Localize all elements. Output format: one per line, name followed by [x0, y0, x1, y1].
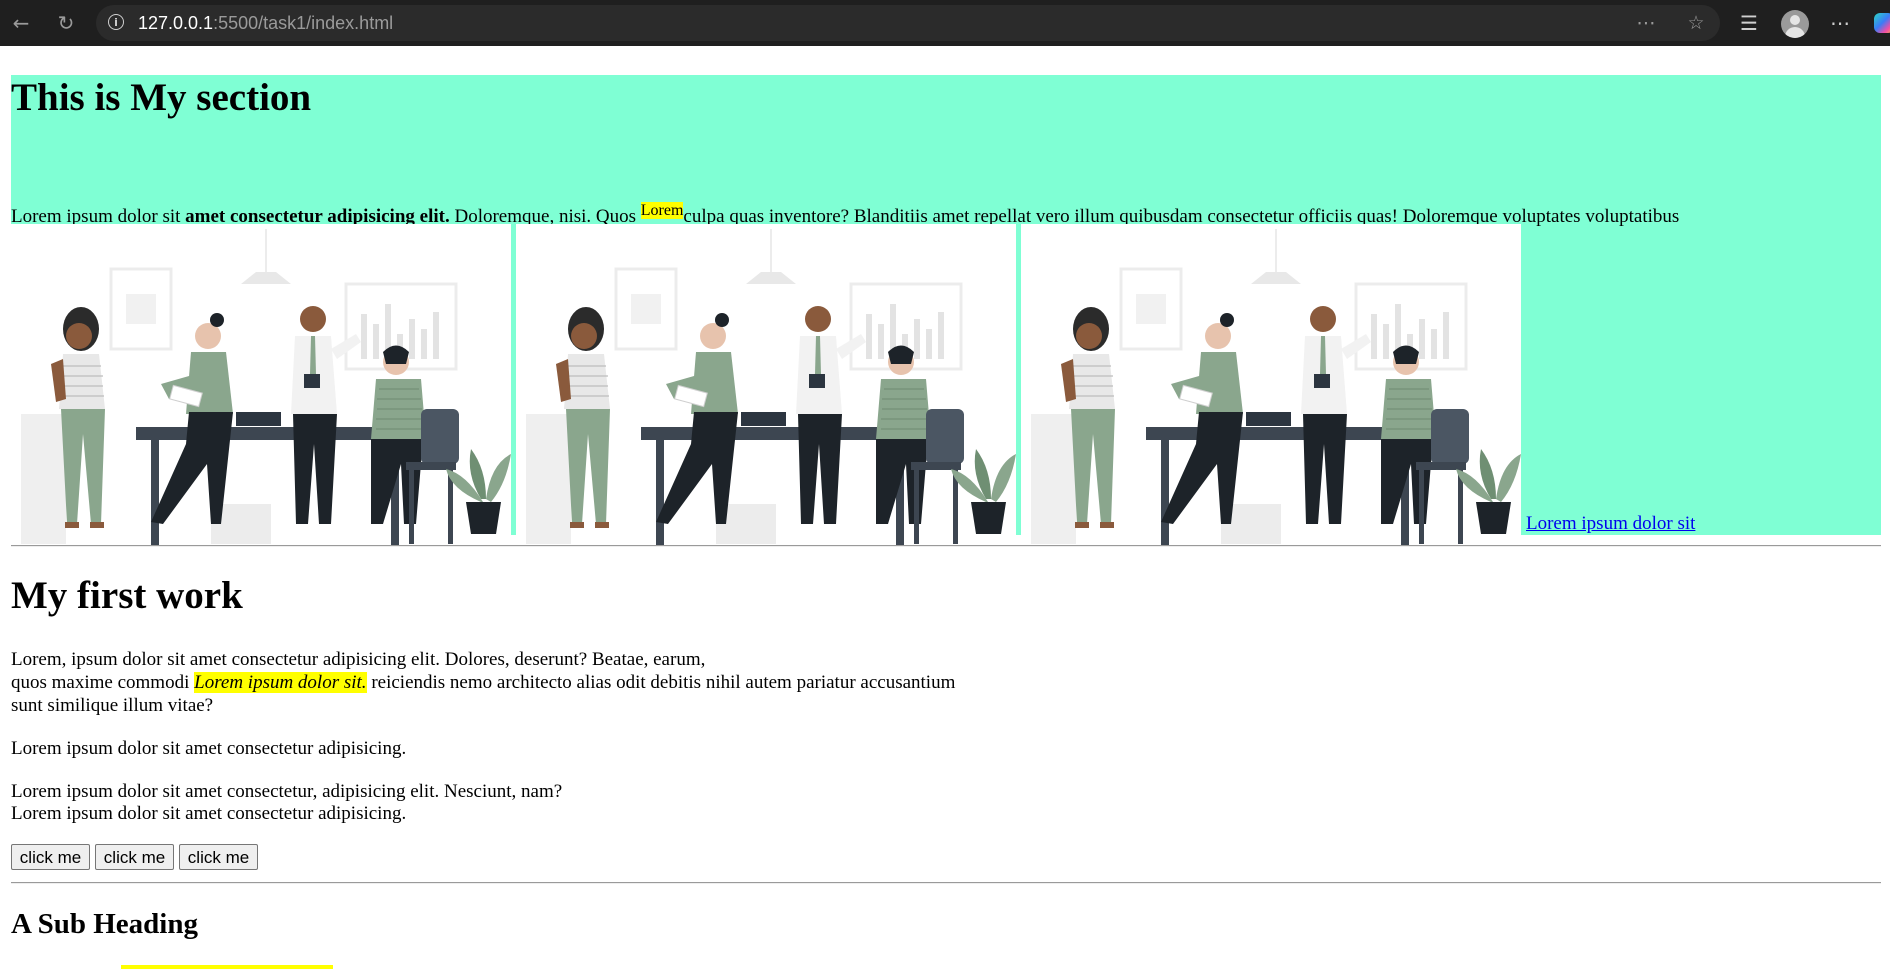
- click-me-button-3[interactable]: click me: [179, 844, 258, 870]
- work-heading: My first work: [11, 574, 243, 617]
- more-menu-icon[interactable]: ⋯: [1826, 9, 1854, 37]
- work-paragraph-1-line-2: quos maxime commodi Lorem ipsum dolor si…: [11, 672, 956, 693]
- url-text[interactable]: 127.0.0.1:5500/task1/index.html: [138, 13, 393, 34]
- work-paragraph-3-line-1: Lorem ipsum dolor sit amet consectetur, …: [11, 781, 563, 802]
- copilot-icon[interactable]: [1874, 13, 1890, 33]
- divider-1: [11, 545, 1881, 547]
- office-illustration-3: [1021, 224, 1521, 554]
- read-aloud-icon[interactable]: ⋯: [1633, 10, 1659, 36]
- address-bar[interactable]: i 127.0.0.1:5500/task1/index.html ⋯ ☆: [96, 5, 1720, 41]
- highlight-strip: [121, 965, 333, 969]
- browser-toolbar: ← ↻ i 127.0.0.1:5500/task1/index.html ⋯ …: [0, 0, 1890, 46]
- reload-icon[interactable]: ↻: [52, 9, 80, 37]
- work-paragraph-1-line-1: Lorem, ipsum dolor sit amet consectetur …: [11, 649, 706, 670]
- back-arrow-icon[interactable]: ←: [7, 9, 35, 37]
- highlighted-superscript: Lorem: [640, 202, 684, 219]
- favorite-star-icon[interactable]: ☆: [1683, 10, 1709, 36]
- favorites-list-icon[interactable]: ☰: [1735, 9, 1763, 37]
- click-me-button-1[interactable]: click me: [11, 844, 90, 870]
- work-paragraph-3-line-2: Lorem ipsum dolor sit amet consectetur a…: [11, 803, 407, 824]
- section-heading: This is My section: [11, 76, 312, 119]
- site-info-icon[interactable]: i: [108, 14, 124, 30]
- highlighted-emphasis: Lorem ipsum dolor sit.: [194, 672, 367, 693]
- divider-2: [11, 882, 1881, 884]
- profile-avatar[interactable]: [1781, 10, 1809, 38]
- work-paragraph-1-line-3: sunt similique illum vitae?: [11, 695, 214, 716]
- click-me-button-2[interactable]: click me: [95, 844, 174, 870]
- section-link[interactable]: Lorem ipsum dolor sit: [1526, 513, 1695, 535]
- my-section: This is My section Lorem ipsum dolor sit…: [11, 75, 1881, 554]
- sub-heading: A Sub Heading: [11, 908, 198, 940]
- office-illustration-2: [516, 224, 1016, 554]
- page-viewport: This is My section Lorem ipsum dolor sit…: [0, 46, 1890, 969]
- office-illustration-1: [11, 224, 511, 554]
- work-paragraph-2: Lorem ipsum dolor sit amet consectetur a…: [11, 738, 407, 759]
